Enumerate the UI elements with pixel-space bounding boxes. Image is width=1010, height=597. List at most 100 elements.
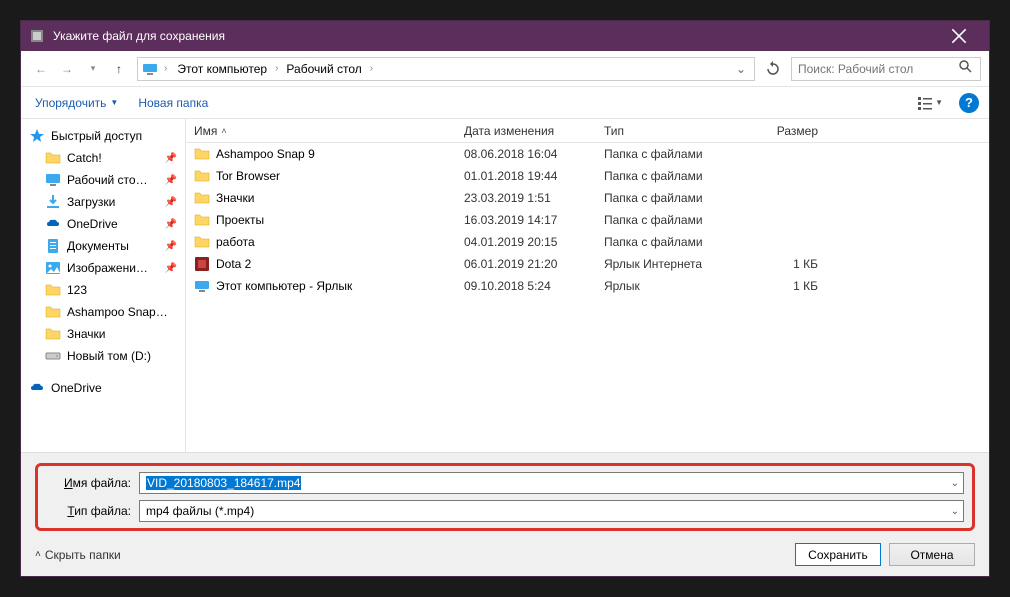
file-type: Ярлык Интернета <box>596 257 746 271</box>
breadcrumb-root[interactable]: Этот компьютер <box>173 62 271 76</box>
file-name: Tor Browser <box>216 169 280 183</box>
file-date: 23.03.2019 1:51 <box>456 191 596 205</box>
onedrive-icon <box>45 216 61 232</box>
pc-icon <box>194 278 210 294</box>
address-dropdown-icon[interactable]: ⌄ <box>732 62 750 76</box>
search-box[interactable] <box>791 57 981 81</box>
filename-value: VID_20180803_184617.mp4 <box>146 476 301 490</box>
chevron-right-icon: › <box>368 63 375 74</box>
sidebar-item-label: Рабочий сто… <box>67 173 148 187</box>
app-icon <box>29 28 45 44</box>
chevron-right-icon: › <box>273 63 280 74</box>
sidebar-item-label: Ashampoo Snap… <box>67 305 168 319</box>
address-bar[interactable]: › Этот компьютер › Рабочий стол › ⌄ <box>137 57 755 81</box>
file-date: 06.01.2019 21:20 <box>456 257 596 271</box>
cancel-button[interactable]: Отмена <box>889 543 975 566</box>
folder-icon <box>45 282 61 298</box>
file-type: Папка с файлами <box>596 213 746 227</box>
file-size: 1 КБ <box>746 257 826 271</box>
column-size[interactable]: Размер <box>746 124 826 138</box>
close-button[interactable] <box>936 21 981 51</box>
file-name: Ashampoo Snap 9 <box>216 147 315 161</box>
breadcrumb-item[interactable]: Рабочий стол <box>282 62 365 76</box>
chevron-down-icon: ▼ <box>110 98 118 107</box>
sidebar-item[interactable]: Загрузки📌 <box>21 191 185 213</box>
sidebar-item[interactable]: Ashampoo Snap… <box>21 301 185 323</box>
folder-icon <box>194 168 210 184</box>
back-button[interactable]: ← <box>29 57 53 81</box>
hide-folders-button[interactable]: ˄ Скрыть папки <box>35 548 121 562</box>
file-type: Папка с файлами <box>596 191 746 205</box>
sidebar-item[interactable]: Новый том (D:) <box>21 345 185 367</box>
column-date[interactable]: Дата изменения <box>456 124 596 138</box>
file-list: Имя ˄ Дата изменения Тип Размер Ashampoo… <box>186 119 989 452</box>
search-input[interactable] <box>798 62 958 76</box>
file-date: 08.06.2018 16:04 <box>456 147 596 161</box>
pin-icon: 📌 <box>165 153 177 164</box>
help-button[interactable]: ? <box>959 93 979 113</box>
sidebar-item-label: Catch! <box>67 151 102 165</box>
pin-icon: 📌 <box>165 175 177 186</box>
sidebar-item[interactable]: Документы 📌 <box>21 235 185 257</box>
img-icon <box>45 260 61 276</box>
column-headers: Имя ˄ Дата изменения Тип Размер <box>186 119 989 143</box>
chevron-up-icon: ˄ <box>35 549 41 560</box>
file-row[interactable]: работа04.01.2019 20:15Папка с файлами <box>186 231 989 253</box>
file-type: Ярлык <box>596 279 746 293</box>
sidebar-item[interactable]: Catch! 📌 <box>21 147 185 169</box>
file-name: Этот компьютер - Ярлык <box>216 279 352 293</box>
file-date: 16.03.2019 14:17 <box>456 213 596 227</box>
search-icon <box>958 59 974 78</box>
sidebar-item[interactable]: Значки <box>21 323 185 345</box>
toolbar: Упорядочить ▼ Новая папка ▼ ? <box>21 87 989 119</box>
forward-button[interactable]: → <box>55 57 79 81</box>
sidebar-quick-access[interactable]: Быстрый доступ <box>21 125 185 147</box>
sidebar-item-label: Загрузки <box>67 195 115 209</box>
up-button[interactable]: ↑ <box>107 57 131 81</box>
chevron-down-icon[interactable]: ⌄ <box>951 478 959 489</box>
chevron-down-icon[interactable]: ⌄ <box>951 506 959 517</box>
sidebar-label: OneDrive <box>51 381 102 395</box>
folder-icon <box>45 326 61 342</box>
pin-icon: 📌 <box>165 219 177 230</box>
sidebar-item-label: Новый том (D:) <box>67 349 151 363</box>
pin-icon: 📌 <box>165 241 177 252</box>
sidebar-item[interactable]: 123 <box>21 279 185 301</box>
filetype-select[interactable]: mp4 файлы (*.mp4) ⌄ <box>139 500 964 522</box>
file-row[interactable]: Этот компьютер - Ярлык 09.10.2018 5:24Ярл… <box>186 275 989 297</box>
pin-icon: 📌 <box>165 263 177 274</box>
chevron-down-icon: ▼ <box>935 98 943 107</box>
file-row[interactable]: Проекты 16.03.2019 14:17Папка с файлами <box>186 209 989 231</box>
doc-icon <box>45 238 61 254</box>
file-name: Dota 2 <box>216 257 251 271</box>
file-type: Папка с файлами <box>596 169 746 183</box>
recent-dropdown-icon[interactable]: ▾ <box>81 57 105 81</box>
file-type: Папка с файлами <box>596 147 746 161</box>
file-name: работа <box>216 235 255 249</box>
file-row[interactable]: Dota 2 06.01.2019 21:20Ярлык Интернета1 К… <box>186 253 989 275</box>
new-folder-button[interactable]: Новая папка <box>134 92 212 114</box>
file-row[interactable]: Значки23.03.2019 1:51Папка с файлами <box>186 187 989 209</box>
titlebar: Укажите файл для сохранения <box>21 21 989 51</box>
folder-icon <box>194 146 210 162</box>
star-icon <box>29 128 45 144</box>
organize-button[interactable]: Упорядочить ▼ <box>31 92 122 114</box>
column-name[interactable]: Имя ˄ <box>186 124 456 138</box>
filename-input[interactable]: VID_20180803_184617.mp4 ⌄ <box>139 472 964 494</box>
sidebar-item[interactable]: Рабочий сто… 📌 <box>21 169 185 191</box>
sidebar-item[interactable]: Изображени…📌 <box>21 257 185 279</box>
save-button[interactable]: Сохранить <box>795 543 881 566</box>
sidebar-item[interactable]: OneDrive📌 <box>21 213 185 235</box>
column-type[interactable]: Тип <box>596 124 746 138</box>
drive-icon <box>45 348 61 364</box>
refresh-button[interactable] <box>761 57 785 81</box>
view-options-button[interactable]: ▼ <box>913 91 947 115</box>
file-date: 09.10.2018 5:24 <box>456 279 596 293</box>
sidebar-onedrive[interactable]: OneDrive <box>21 377 185 399</box>
desktop-icon <box>45 172 61 188</box>
file-name: Проекты <box>216 213 264 227</box>
file-row[interactable]: Tor Browser01.01.2018 19:44Папка с файла… <box>186 165 989 187</box>
sidebar-item-label: Документы <box>67 239 129 253</box>
hide-folders-label: Скрыть папки <box>45 548 121 562</box>
file-row[interactable]: Ashampoo Snap 9 08.06.2018 16:04Папка с ф… <box>186 143 989 165</box>
